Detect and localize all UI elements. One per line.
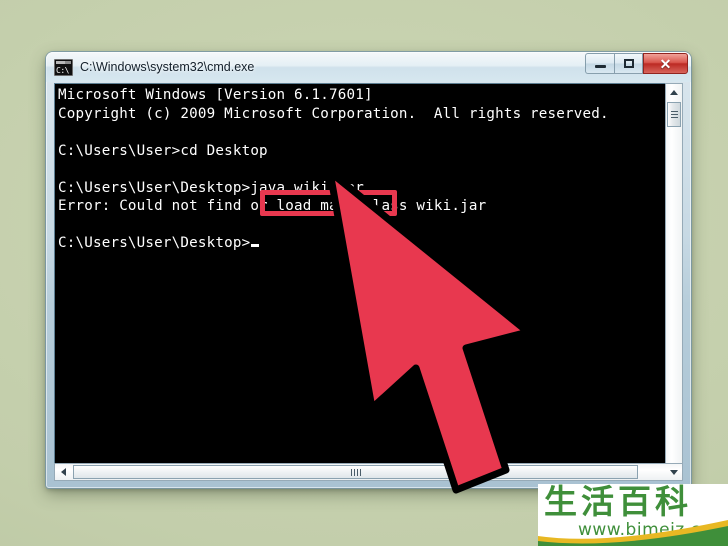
vertical-scroll-thumb[interactable] (667, 102, 681, 127)
maximize-icon (623, 59, 634, 68)
command-highlight-box (260, 190, 397, 216)
thumb-grip-line (350, 468, 352, 476)
thumb-grip-line (670, 111, 678, 112)
command-prompt-window[interactable]: C:\ C:\Windows\system32\cmd.exe ✕ Micros… (46, 52, 691, 488)
close-button[interactable]: ✕ (643, 53, 688, 74)
watermark: 生活百科 www.bimeiz.com (538, 484, 728, 546)
cmd-icon-label: C:\ (56, 65, 69, 75)
arrow-left-icon (61, 468, 66, 476)
scroll-right-arrow-icon[interactable] (665, 464, 682, 480)
scroll-up-arrow-icon[interactable] (666, 84, 682, 101)
thumb-grip-line (359, 468, 361, 476)
cmd-exe-icon: C:\ (54, 58, 73, 76)
console-caret (251, 244, 260, 247)
arrow-down-icon (669, 469, 678, 475)
watermark-characters: 生活百科 (544, 484, 692, 521)
close-icon: ✕ (659, 55, 672, 72)
window-title: C:\Windows\system32\cmd.exe (80, 60, 255, 74)
window-controls[interactable]: ✕ (585, 53, 688, 74)
minimize-button[interactable] (585, 53, 614, 74)
watermark-swoosh-icon (538, 520, 728, 546)
thumb-grip-line (670, 117, 678, 118)
window-titlebar[interactable]: C:\ C:\Windows\system32\cmd.exe ✕ (46, 52, 691, 82)
thumb-grip-line (356, 468, 358, 476)
maximize-button[interactable] (614, 53, 643, 74)
scroll-left-arrow-icon[interactable] (55, 464, 72, 480)
vertical-scrollbar[interactable] (665, 83, 683, 480)
thumb-grip-line (353, 468, 355, 476)
arrow-up-icon (670, 90, 678, 95)
thumb-grip-line (670, 114, 678, 115)
horizontal-scrollbar[interactable] (54, 463, 683, 481)
console-output-area[interactable]: Microsoft Windows [Version 6.1.7601] Cop… (54, 83, 683, 480)
horizontal-scroll-thumb[interactable] (73, 465, 638, 479)
minimize-icon (594, 64, 606, 68)
console-text: Microsoft Windows [Version 6.1.7601] Cop… (58, 87, 609, 251)
